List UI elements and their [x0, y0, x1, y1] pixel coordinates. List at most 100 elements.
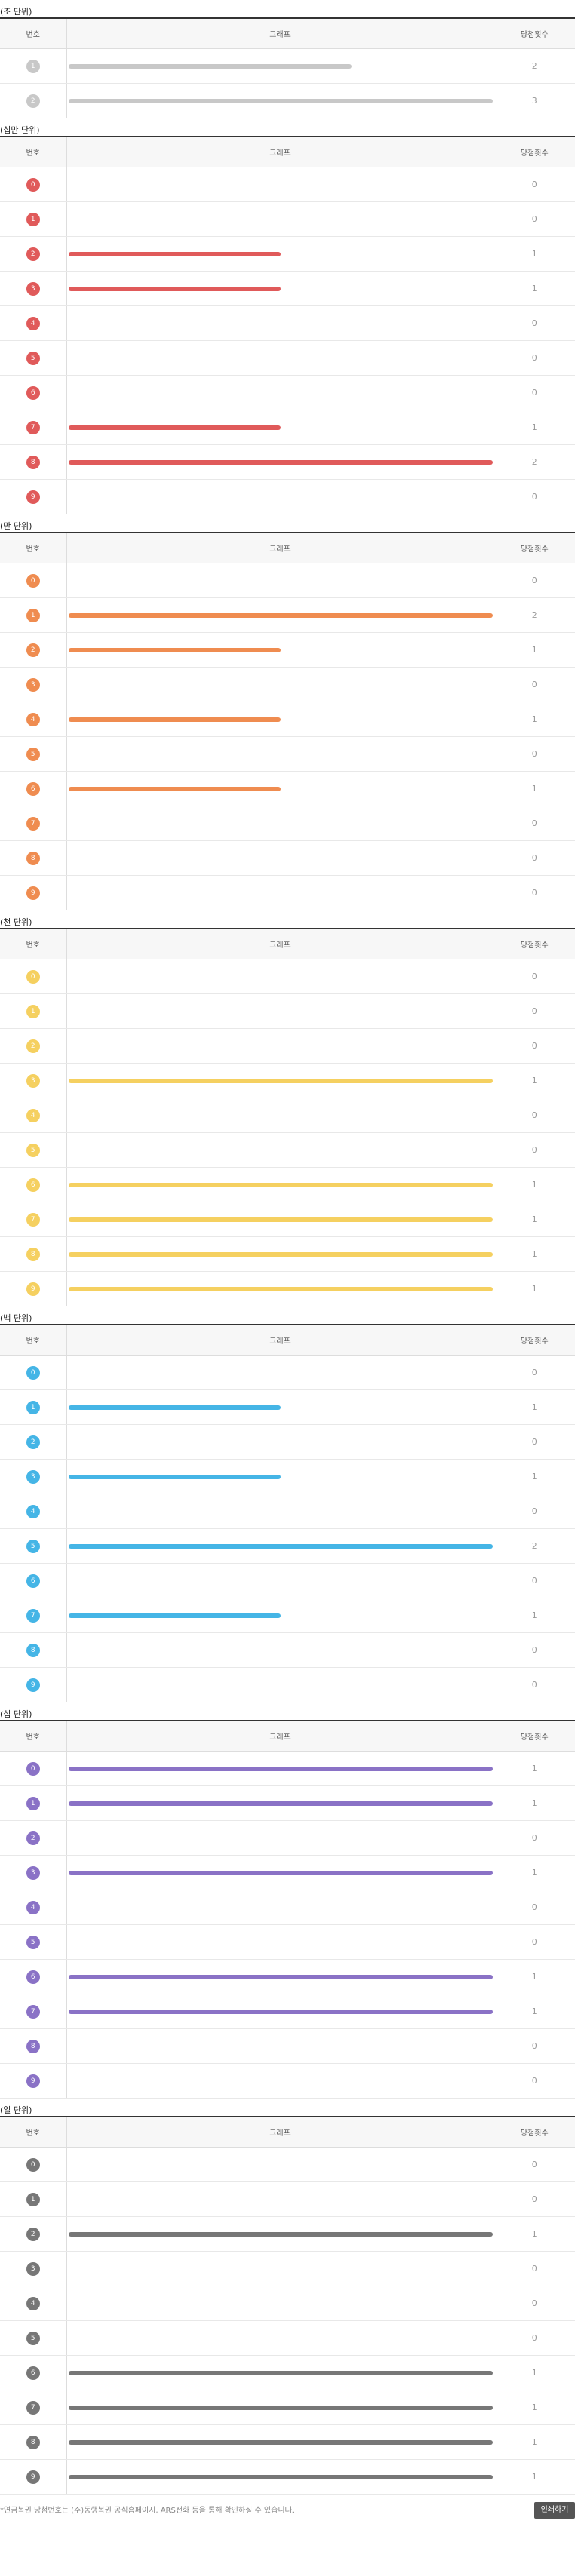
number-header: 번호: [0, 929, 66, 959]
frequency-bar: [68, 1183, 493, 1187]
bar-track: [67, 1064, 494, 1098]
count-cell: 0: [493, 875, 575, 910]
table-row: 01: [0, 1751, 575, 1786]
table-row: 00: [0, 959, 575, 994]
table-row: 40: [0, 1890, 575, 1925]
stat-table: 번호 그래프 당첨횟수 0 0 1 0 2 0 3 1 4 0 5 0 6 1 7 1 8 1 9 1: [0, 928, 575, 1306]
graph-cell: [66, 1820, 494, 1856]
number-ball: 4: [26, 2296, 40, 2310]
count-cell: 0: [493, 667, 575, 702]
table-row: 71: [0, 1598, 575, 1633]
graph-cell: [66, 271, 494, 306]
number-cell: 5: [0, 1132, 66, 1168]
number-ball: 5: [26, 1539, 40, 1553]
number-ball: 5: [26, 1935, 40, 1949]
frequency-bar: [68, 613, 493, 618]
count-cell: 1: [493, 771, 575, 806]
bar-track: [67, 49, 494, 83]
table-row: 31: [0, 271, 575, 306]
count-cell: 0: [493, 2251, 575, 2286]
number-ball: 1: [26, 2192, 40, 2206]
table-row: 31: [0, 1063, 575, 1098]
bar-track: [67, 668, 494, 702]
count-cell: 1: [493, 271, 575, 306]
count-cell: 2: [493, 48, 575, 84]
number-cell: 5: [0, 736, 66, 772]
count-cell: 0: [493, 2028, 575, 2064]
number-cell: 1: [0, 597, 66, 633]
number-cell: 7: [0, 1202, 66, 1237]
graph-cell: [66, 1424, 494, 1460]
bar-track: [67, 1425, 494, 1459]
group-title: (만 단위): [0, 521, 32, 531]
number-cell: 7: [0, 1994, 66, 2029]
table-row: 20: [0, 1424, 575, 1460]
table-row: 11: [0, 1389, 575, 1425]
table-row: 70: [0, 806, 575, 841]
stat-table: 번호 그래프 당첨횟수 0 1 1 1 2 0 3 1 4 0 5 0 6 1 7 1 8 0 9 0: [0, 1720, 575, 2099]
bar-track: [67, 1786, 494, 1820]
bar-track: [67, 1390, 494, 1424]
count-cell: 1: [493, 1167, 575, 1202]
bar-track: [67, 2390, 494, 2424]
bar-track: [67, 376, 494, 410]
number-cell: 5: [0, 2320, 66, 2356]
number-cell: 1: [0, 1785, 66, 1821]
graph-cell: [66, 2251, 494, 2286]
stat-table: 번호 그래프 당첨횟수 0 0 1 1 2 0 3 1 4 0 5 2 6 0 7 1 8 0 9 0: [0, 1324, 575, 1702]
bar-track: [67, 306, 494, 340]
bar-track: [67, 1133, 494, 1167]
table-row: 12: [0, 48, 575, 84]
count-cell: 0: [493, 201, 575, 237]
number-cell: 5: [0, 1924, 66, 1960]
print-button[interactable]: 인쇄하기: [534, 2502, 575, 2519]
graph-cell: [66, 597, 494, 633]
graph-cell: [66, 1355, 494, 1390]
number-header: 번호: [0, 18, 66, 49]
graph-cell: [66, 2390, 494, 2425]
frequency-bar: [68, 1475, 281, 1479]
number-ball: 4: [26, 316, 40, 330]
bar-track: [67, 1529, 494, 1563]
table-row: 52: [0, 1528, 575, 1564]
count-cell: 0: [493, 736, 575, 772]
graph-cell: [66, 1028, 494, 1064]
number-ball: 2: [26, 1831, 40, 1845]
count-cell: 1: [493, 1994, 575, 2029]
number-ball: 1: [26, 1796, 40, 1810]
group-title: (조 단위): [0, 7, 32, 17]
number-ball: 5: [26, 1143, 40, 1157]
group-title: (백 단위): [0, 1313, 32, 1323]
frequency-bar: [68, 1405, 281, 1410]
bar-track: [67, 410, 494, 444]
number-cell: 7: [0, 1598, 66, 1633]
number-ball: 9: [26, 490, 40, 504]
group-title: (천 단위): [0, 917, 32, 927]
frequency-bar: [68, 425, 281, 430]
count-cell: 1: [493, 1598, 575, 1633]
bar-track: [67, 876, 494, 910]
number-ball: 6: [26, 781, 40, 796]
table-row: 41: [0, 702, 575, 737]
table-row: 91: [0, 1271, 575, 1306]
bar-track: [67, 2356, 494, 2390]
number-ball: 9: [26, 1678, 40, 1692]
bar-track: [67, 2182, 494, 2216]
number-ball: 4: [26, 712, 40, 726]
frequency-bar: [68, 287, 281, 291]
frequency-bar: [68, 1871, 493, 1875]
number-cell: 4: [0, 1098, 66, 1133]
bar-track: [67, 772, 494, 806]
table-row: 21: [0, 236, 575, 272]
table-row: 50: [0, 1924, 575, 1960]
table-row: 71: [0, 2390, 575, 2425]
graph-cell: [66, 236, 494, 272]
count-cell: 0: [493, 167, 575, 202]
graph-cell: [66, 632, 494, 668]
table-row: 71: [0, 1994, 575, 2029]
count-cell: 1: [493, 1959, 575, 1994]
count-cell: 1: [493, 702, 575, 737]
number-ball: 5: [26, 747, 40, 761]
bar-track: [67, 2286, 494, 2320]
bar-track: [67, 1994, 494, 2028]
